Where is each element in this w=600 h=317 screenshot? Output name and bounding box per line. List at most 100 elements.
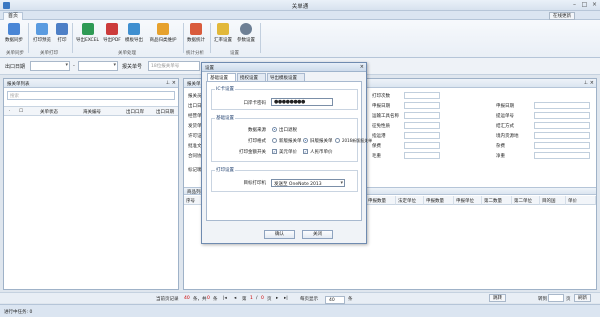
group-label-settings: 设置: [230, 51, 239, 56]
close-button[interactable]: 关闭: [302, 230, 333, 239]
confirm-button[interactable]: 确认: [264, 230, 295, 239]
close-icon[interactable]: ×: [590, 1, 599, 9]
col-second-qty[interactable]: 第二数量: [482, 196, 512, 205]
sync-icon: [8, 23, 20, 35]
printer-select[interactable]: 发送至 OneNote 2013: [271, 179, 345, 187]
maximize-icon[interactable]: □: [580, 1, 589, 9]
dialog-close-icon[interactable]: ×: [360, 64, 364, 70]
field-label: 净重: [496, 154, 505, 159]
ic-section-title: IC卡设置: [215, 86, 235, 92]
select-all-checkbox[interactable]: ☐: [19, 109, 23, 114]
first-page-icon[interactable]: |◂: [223, 296, 227, 301]
export-excel-button[interactable]: 导出EXCEL: [74, 22, 101, 46]
col-second-unit[interactable]: 第二单位: [512, 196, 540, 205]
status-bar: 进行中任务: 0: [0, 304, 600, 317]
field-label: 结汇方式: [496, 124, 514, 129]
col-declare-unit[interactable]: 申报单位: [454, 196, 482, 205]
tab-export-template[interactable]: 导出模板设置: [267, 73, 305, 81]
online-update-button[interactable]: 在线更新: [549, 12, 575, 20]
params-settings-button[interactable]: 参数设置: [235, 22, 257, 46]
per-page-label: 每页显示: [300, 297, 318, 302]
page-label: 第: [242, 297, 247, 302]
transport-field[interactable]: [404, 112, 440, 119]
insurance-field[interactable]: [404, 142, 440, 149]
col-declare-qty[interactable]: 申报数量: [366, 196, 396, 205]
declare-date-field[interactable]: [404, 102, 440, 109]
settlement-field[interactable]: [534, 122, 590, 129]
end-date-input[interactable]: [78, 61, 118, 71]
data-stats-button[interactable]: 数据统计: [185, 22, 207, 46]
net-weight-field[interactable]: [534, 152, 590, 159]
field-label: 提运单号: [496, 114, 514, 119]
goto-page-input[interactable]: [548, 294, 564, 302]
field-label: 打印次数: [372, 94, 390, 99]
group-separator: [28, 23, 29, 53]
gross-weight-field[interactable]: [404, 152, 440, 159]
print-settings-group: 打印设置 目标打印机 发送至 OneNote 2013: [211, 167, 358, 192]
ic-password-input[interactable]: ●●●●●●●●: [271, 98, 333, 106]
ribbon: 数据同步 打印预览 打印 导出EXCEL 导出PDF 模板导出 商品归类维护 数…: [0, 20, 600, 58]
next-page-icon[interactable]: ▸: [276, 296, 278, 301]
close-icon[interactable]: ×: [172, 80, 176, 86]
radio-old-format[interactable]: [303, 138, 308, 143]
per-page-select[interactable]: 40: [325, 296, 345, 304]
option-old-format: 旧版报关单: [310, 139, 333, 144]
tab-home[interactable]: 首页: [3, 12, 23, 20]
refresh-button[interactable]: 刷新: [574, 294, 591, 302]
print-preview-button[interactable]: 打印预览: [31, 22, 53, 46]
field-label: 杂费: [496, 144, 505, 149]
col-legal-unit[interactable]: 法定单位: [396, 196, 424, 205]
status-text: 进行中任务: 0: [4, 310, 33, 315]
exchange-rate-button[interactable]: 汇率设置: [212, 22, 234, 46]
last-page-icon[interactable]: ▸|: [284, 296, 288, 301]
group-separator: [183, 23, 184, 53]
basic-section-title: 基础设置: [215, 115, 235, 121]
col-unit-price[interactable]: 单价: [566, 196, 596, 205]
group-label-print: 关单打印: [40, 51, 58, 56]
origin-field[interactable]: [534, 132, 590, 139]
prev-page-icon[interactable]: ◂: [234, 296, 236, 301]
pin-icon[interactable]: ⊥: [584, 80, 588, 86]
col-customs-no[interactable]: 海关编号: [83, 109, 101, 115]
dialog-title: 设置: [205, 66, 214, 71]
field-label: 境内货源地: [496, 134, 519, 139]
pdf-icon: [106, 23, 118, 35]
checkbox-usd-price[interactable]: ✓: [272, 149, 277, 154]
col-port[interactable]: 出口口岸: [126, 109, 144, 115]
radio-export-tax[interactable]: [272, 127, 277, 132]
minimize-icon[interactable]: –: [570, 1, 579, 9]
date-separator: -: [73, 63, 75, 69]
print-count-field[interactable]: [404, 92, 440, 99]
template-icon: [128, 23, 140, 35]
search-input[interactable]: 搜索: [7, 91, 175, 100]
declare-date-field-2[interactable]: [534, 102, 590, 109]
field-label: 报关员: [188, 94, 202, 99]
print-section-title: 打印设置: [215, 167, 235, 173]
tab-auth-settings[interactable]: 授权设置: [237, 73, 266, 81]
excel-icon: [81, 23, 94, 35]
destination-field[interactable]: [404, 132, 440, 139]
template-export-button[interactable]: 模板导出: [123, 22, 145, 46]
field-label: 保费: [372, 144, 381, 149]
pin-icon[interactable]: ⊥: [166, 80, 170, 86]
radio-new-format[interactable]: [272, 138, 277, 143]
radio-2016-format[interactable]: [335, 138, 340, 143]
checkbox-rmb-price[interactable]: ✓: [303, 149, 308, 154]
start-date-input[interactable]: [30, 61, 70, 71]
misc-fee-field[interactable]: [534, 142, 590, 149]
bill-number-field[interactable]: [534, 112, 590, 119]
col-status[interactable]: 关单状态: [40, 109, 58, 115]
goto-button[interactable]: 跳转: [489, 294, 506, 302]
declaration-number-input[interactable]: 18位报关单号: [148, 61, 200, 71]
col-declare-qty-2[interactable]: 申报数量: [424, 196, 454, 205]
goods-classify-button[interactable]: 商品归类维护: [145, 22, 181, 46]
trade-mode-field[interactable]: [404, 122, 440, 129]
date-label: 出口日期: [5, 64, 26, 70]
col-destination[interactable]: 目的国: [540, 196, 566, 205]
field-label: 申报日期: [372, 104, 390, 109]
print-button[interactable]: 打印: [54, 22, 70, 46]
close-icon[interactable]: ×: [590, 80, 594, 86]
data-sync-button[interactable]: 数据同步: [3, 22, 25, 46]
export-pdf-button[interactable]: 导出PDF: [101, 22, 123, 46]
col-date[interactable]: 出口日期: [156, 109, 174, 115]
